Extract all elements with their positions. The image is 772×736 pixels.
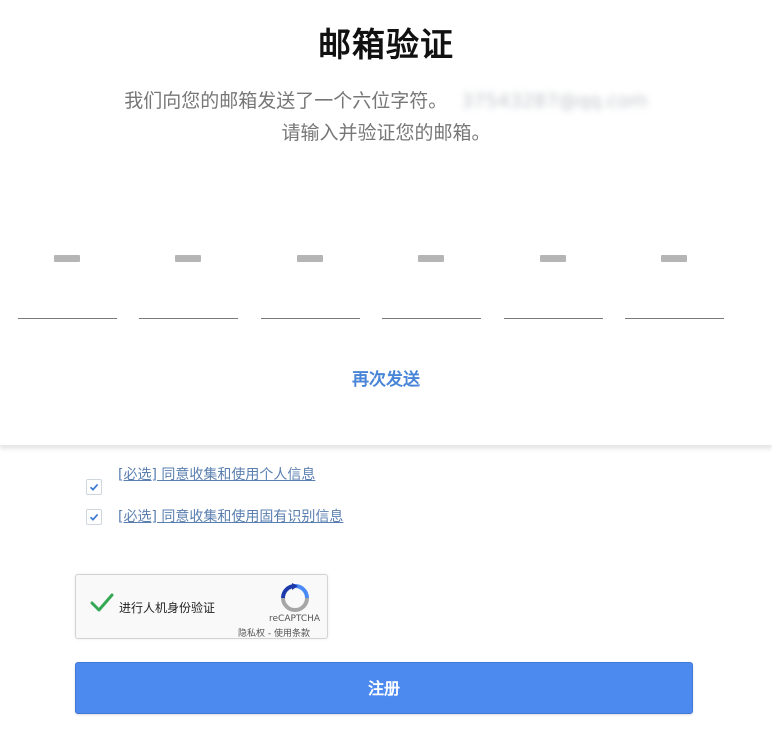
masked-email: 37543287@qq.com (461, 90, 648, 112)
code-box-4 (382, 238, 481, 320)
code-box-6 (625, 238, 724, 320)
code-box-5 (504, 238, 603, 320)
code-box-3 (261, 238, 360, 320)
agreement-link-2[interactable]: [必选] 同意收集和使用固有识别信息 (118, 506, 343, 526)
code-input-3[interactable] (261, 266, 360, 319)
check-icon (89, 483, 99, 491)
recaptcha-terms-link[interactable]: 隐私权 - 使用条款 (238, 626, 310, 639)
recaptcha-widget: 进行人机身份验证 reCAPTCHA 隐私权 - 使用条款 (75, 574, 328, 639)
code-placeholder-dash (297, 255, 323, 262)
resend-link[interactable]: 再次发送 (352, 370, 420, 390)
check-icon (89, 513, 99, 521)
code-input-4[interactable] (382, 266, 481, 319)
code-box-2 (139, 238, 238, 320)
code-input-6[interactable] (625, 266, 724, 319)
resend-row: 再次发送 (0, 365, 772, 390)
agreement-link-1[interactable]: [必选] 同意收集和使用个人信息 (118, 464, 315, 484)
description-text: 我们向您的邮箱发送了一个六位字符。 (124, 90, 448, 112)
code-placeholder-dash (661, 255, 687, 262)
description-line-2: 请输入并验证您的邮箱。 (281, 122, 491, 144)
code-placeholder-dash (175, 255, 201, 262)
recaptcha-brand: reCAPTCHA (269, 614, 321, 624)
agreement-checkbox-1[interactable] (86, 479, 102, 495)
recaptcha-checkbox[interactable] (90, 593, 114, 617)
code-placeholder-dash (54, 255, 80, 262)
description-line-1: 我们向您的邮箱发送了一个六位字符。 37543287@qq.com (0, 86, 772, 113)
page-title: 邮箱验证 (318, 25, 454, 64)
recaptcha-logo-icon (280, 583, 310, 617)
code-placeholder-dash (540, 255, 566, 262)
code-input-5[interactable] (504, 266, 603, 319)
recaptcha-label: 进行人机身份验证 (119, 601, 216, 615)
verification-card: 邮箱验证 我们向您的邮箱发送了一个六位字符。 37543287@qq.com 请输… (0, 0, 772, 446)
code-input-1[interactable] (18, 266, 117, 319)
agreement-checkbox-2[interactable] (86, 509, 102, 525)
code-box-1 (18, 238, 117, 320)
recaptcha-check-icon (90, 593, 114, 612)
register-button[interactable]: 注册 (75, 662, 693, 714)
code-input-2[interactable] (139, 266, 238, 319)
code-placeholder-dash (418, 255, 444, 262)
